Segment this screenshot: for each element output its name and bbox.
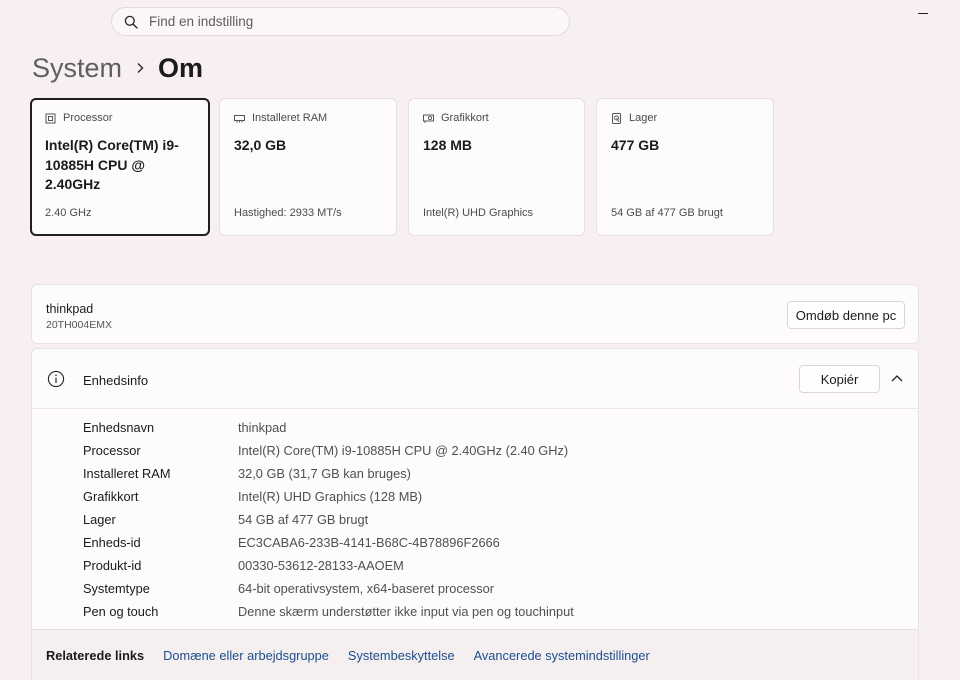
minimize-icon — [918, 12, 928, 14]
card-value: 32,0 GB — [234, 137, 287, 153]
spec-row: Installeret RAM 32,0 GB (31,7 GB kan bru… — [83, 462, 574, 485]
link-domain-workgroup[interactable]: Domæne eller arbejdsgruppe — [163, 648, 329, 663]
card-value: 128 MB — [423, 137, 473, 153]
device-info-title: Enhedsinfo — [83, 373, 149, 388]
card-graphics[interactable]: Grafikkort 128 MB Intel(R) UHD Graphics — [408, 98, 585, 236]
spec-row: Lager 54 GB af 477 GB brugt — [83, 508, 574, 531]
spec-value: Denne skærm understøtter ikke input via … — [238, 604, 574, 619]
storage-icon — [612, 112, 621, 124]
card-label: Grafikkort — [441, 112, 489, 124]
spec-label: Installeret RAM — [83, 466, 171, 481]
spec-value: 64-bit operativsystem, x64-baseret proce… — [238, 581, 495, 596]
card-value: Intel(R) Core(TM) i9-10885H CPU @ 2.40GH… — [45, 137, 179, 192]
spec-label: Processor — [83, 443, 141, 458]
graphics-card-icon — [423, 114, 434, 123]
breadcrumb-system[interactable]: System — [32, 53, 122, 84]
breadcrumb: System Om — [32, 48, 203, 88]
card-subtext: 2.40 GHz — [45, 207, 92, 219]
spec-label: Lager — [83, 512, 116, 527]
related-links-bar: Relaterede links Domæne eller arbejdsgru… — [32, 629, 918, 680]
chevron-up-icon[interactable] — [890, 373, 904, 383]
related-links-label: Relaterede links — [46, 648, 145, 663]
spec-label: Grafikkort — [83, 489, 139, 504]
spec-value: 00330-53612-28133-AAOEM — [238, 558, 404, 573]
spec-label: Enhedsnavn — [83, 420, 155, 435]
spec-label: Pen og touch — [83, 604, 159, 619]
processor-icon — [45, 113, 56, 123]
spec-row: Pen og touch Denne skærm understøtter ik… — [83, 600, 574, 623]
spec-value: 54 GB af 477 GB brugt — [238, 512, 369, 527]
spec-label: Systemtype — [83, 581, 150, 596]
device-specs-list: Enhedsnavn thinkpad Processor Intel(R) C… — [83, 416, 574, 623]
rename-pc-button[interactable]: Omdøb denne pc — [787, 301, 905, 329]
card-subtext: Intel(R) UHD Graphics — [423, 207, 534, 219]
card-subtext: 54 GB af 477 GB brugt — [611, 207, 723, 219]
spec-label: Produkt-id — [83, 558, 142, 573]
card-label: Processor — [63, 112, 113, 124]
pc-model: 20TH004EMX — [46, 319, 112, 331]
card-processor[interactable]: Processor Intel(R) Core(TM) i9-10885H CP… — [30, 98, 210, 236]
card-ram[interactable]: Installeret RAM 32,0 GB Hastighed: 2933 … — [219, 98, 397, 236]
copy-button[interactable]: Kopiér — [799, 365, 880, 393]
card-label: Lager — [629, 112, 658, 124]
link-system-protection[interactable]: Systembeskyttelse — [348, 648, 455, 663]
spec-value: 32,0 GB (31,7 GB kan bruges) — [238, 466, 411, 481]
spec-row: Processor Intel(R) Core(TM) i9-10885H CP… — [83, 439, 574, 462]
spec-value: EC3CABA6-233B-4141-B68C-4B78896F2666 — [238, 535, 500, 550]
spec-row: Enheds-id EC3CABA6-233B-4141-B68C-4B7889… — [83, 531, 574, 554]
card-value: 477 GB — [611, 137, 660, 153]
card-subtext: Hastighed: 2933 MT/s — [234, 207, 342, 219]
search-icon — [124, 15, 138, 29]
device-info-panel: Enhedsinfo Kopiér Enhedsnavn thinkpad Pr… — [31, 348, 919, 680]
ram-icon — [234, 114, 245, 122]
chevron-right-icon — [122, 62, 158, 74]
spec-row: Enhedsnavn thinkpad — [83, 416, 574, 439]
card-storage[interactable]: Lager 477 GB 54 GB af 477 GB brugt — [596, 98, 774, 236]
link-advanced-system-settings[interactable]: Avancerede systemindstillinger — [474, 648, 650, 663]
device-info-header[interactable]: Enhedsinfo Kopiér — [32, 349, 918, 409]
search-box[interactable] — [111, 7, 570, 36]
spec-label: Enheds-id — [83, 535, 141, 550]
spec-row: Produkt-id 00330-53612-28133-AAOEM — [83, 554, 574, 577]
card-label: Installeret RAM — [252, 112, 328, 124]
search-input[interactable] — [149, 14, 549, 29]
page-title: Om — [158, 52, 204, 83]
minimize-button[interactable] — [914, 6, 932, 20]
info-icon — [47, 370, 65, 388]
spec-value: Intel(R) UHD Graphics (128 MB) — [238, 489, 423, 504]
pc-name: thinkpad — [46, 302, 94, 316]
spec-value: Intel(R) Core(TM) i9-10885H CPU @ 2.40GH… — [238, 443, 569, 458]
spec-row: Grafikkort Intel(R) UHD Graphics (128 MB… — [83, 485, 574, 508]
pc-name-panel: thinkpad 20TH004EMX Omdøb denne pc — [31, 284, 919, 344]
spec-row: Systemtype 64-bit operativsystem, x64-ba… — [83, 577, 574, 600]
spec-value: thinkpad — [238, 420, 287, 435]
